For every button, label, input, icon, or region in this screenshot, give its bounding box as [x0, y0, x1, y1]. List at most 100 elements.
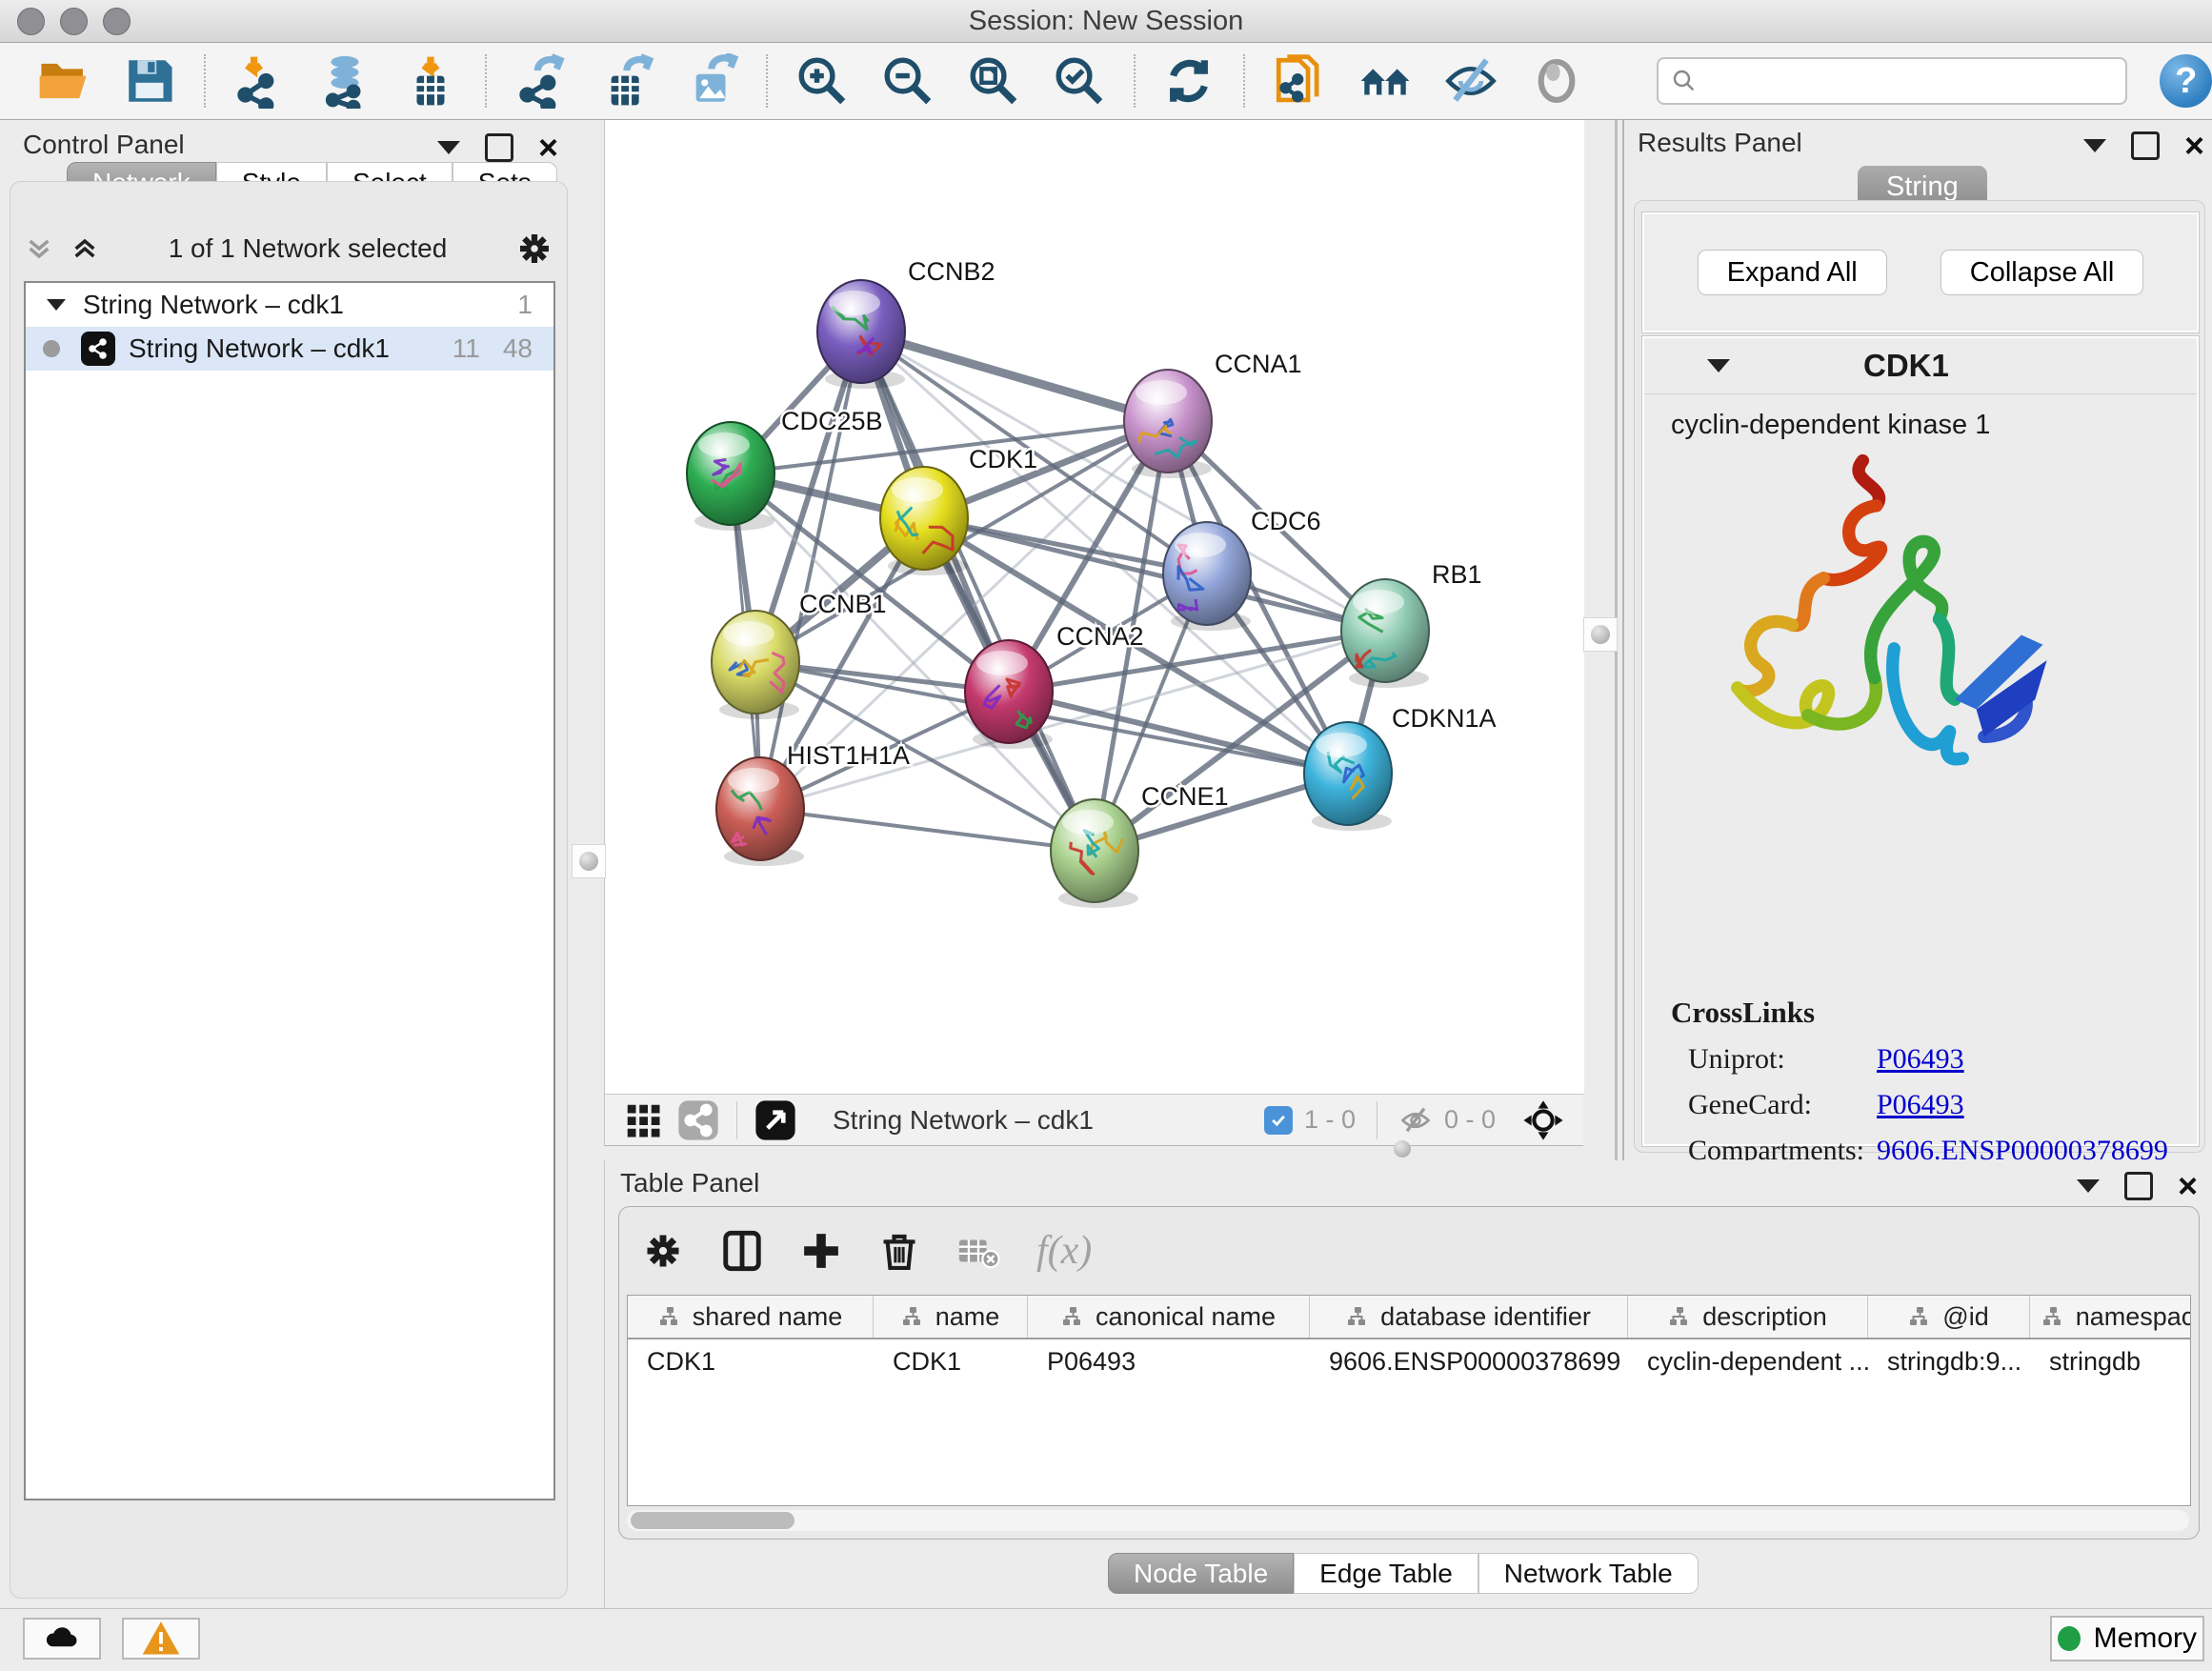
bottom-splitter-handle[interactable]: [1388, 1140, 1417, 1158]
panel-close-icon[interactable]: ×: [2178, 1175, 2198, 1198]
titlebar: Session: New Session: [0, 0, 2212, 43]
table-cell[interactable]: CDK1: [628, 1347, 874, 1377]
export-network-file-button[interactable]: [512, 50, 571, 111]
graph-node-HIST1H1A[interactable]: HIST1H1A: [716, 741, 910, 866]
table-cell[interactable]: stringdb: [2030, 1347, 2191, 1377]
collection-count: 1: [517, 290, 533, 320]
table-cell[interactable]: CDK1: [874, 1347, 1028, 1377]
panel-close-icon[interactable]: ×: [538, 136, 558, 159]
cloud-status-button[interactable]: [23, 1618, 101, 1660]
import-network-file-button[interactable]: [231, 50, 290, 111]
collapse-all-icon[interactable]: [24, 233, 54, 264]
panel-menu-icon[interactable]: [437, 141, 460, 154]
column-header-canonical-name[interactable]: canonical name: [1028, 1296, 1310, 1338]
graph-node-CDC6[interactable]: CDC6: [1163, 507, 1321, 631]
table-options-gear-icon[interactable]: [642, 1230, 684, 1272]
table-row[interactable]: CDK1CDK1P064939606.ENSP00000378699cyclin…: [628, 1339, 2190, 1383]
export-table-button[interactable]: [597, 50, 656, 111]
column-header-shared-name[interactable]: shared name: [628, 1296, 874, 1338]
refresh-button[interactable]: [1160, 50, 1219, 111]
toolbar-separator: [766, 54, 768, 108]
graph-node-CCNB1[interactable]: CCNB1: [712, 590, 887, 719]
zoom-selected-button[interactable]: [1050, 50, 1109, 111]
collapse-all-button[interactable]: Collapse All: [1941, 250, 2144, 295]
graph-node-CCNA1[interactable]: CCNA1: [1124, 350, 1302, 478]
network-canvas[interactable]: CCNB2CCNA1CDC25BCDK1CDC6RB1CCNB1CCNA2CDK…: [604, 120, 1584, 1094]
zoom-fit-button[interactable]: [964, 50, 1023, 111]
function-builder-icon[interactable]: f(x): [1036, 1228, 1092, 1274]
import-table-button[interactable]: [401, 50, 460, 111]
gear-icon[interactable]: [515, 230, 553, 268]
table-cell[interactable]: 9606.ENSP00000378699: [1310, 1347, 1628, 1377]
graph-node-CDKN1A[interactable]: CDKN1A: [1304, 704, 1497, 831]
graph-node-CCNE1[interactable]: CCNE1: [1051, 782, 1229, 908]
column-type-icon: [658, 1305, 681, 1328]
node-label-CCNB1: CCNB1: [799, 590, 887, 618]
string-view-button[interactable]: [677, 1099, 719, 1141]
hide-unhide-button[interactable]: [1441, 50, 1500, 111]
search-input[interactable]: [1699, 66, 2126, 97]
panel-menu-icon[interactable]: [2083, 139, 2106, 152]
fit-content-button[interactable]: [1522, 1099, 1564, 1141]
column-header-namespace[interactable]: namespace: [2030, 1296, 2191, 1338]
add-column-icon[interactable]: [800, 1230, 842, 1272]
table-cell[interactable]: stringdb:9...: [1868, 1347, 2030, 1377]
network-label: String Network – cdk1: [129, 333, 390, 364]
memory-label: Memory: [2094, 1622, 2197, 1655]
share-document-button[interactable]: [1270, 50, 1329, 111]
export-image-button[interactable]: [683, 50, 742, 111]
delete-table-icon[interactable]: [956, 1229, 1000, 1273]
panel-float-icon[interactable]: [485, 133, 513, 162]
save-session-button[interactable]: [120, 50, 179, 111]
column-header-name[interactable]: name: [874, 1296, 1028, 1338]
selected-checkbox-icon[interactable]: [1264, 1106, 1293, 1135]
collection-disclosure-icon[interactable]: [47, 299, 66, 311]
graph-node-CCNB2[interactable]: CCNB2: [817, 257, 995, 389]
column-header-database-identifier[interactable]: database identifier: [1310, 1296, 1628, 1338]
gene-disclosure-icon[interactable]: [1707, 359, 1730, 372]
network-row[interactable]: String Network – cdk1 11 48: [26, 327, 553, 371]
crosslink-link[interactable]: P06493: [1877, 1043, 1964, 1076]
birdseye-grid-button[interactable]: [624, 1101, 662, 1139]
panel-float-icon[interactable]: [2131, 131, 2160, 160]
string-results-card: Expand All Collapse All CDK1 cyclin-depe…: [1634, 200, 2205, 1153]
warning-status-button[interactable]: [122, 1618, 200, 1660]
tab-network-table[interactable]: Network Table: [1478, 1553, 1699, 1594]
table-horizontal-scrollbar[interactable]: [627, 1510, 2189, 1531]
tab-edge-table[interactable]: Edge Table: [1294, 1553, 1478, 1594]
import-network-database-button[interactable]: [315, 50, 374, 111]
show-columns-icon[interactable]: [720, 1229, 764, 1273]
gene-symbol: CDK1: [1863, 348, 1949, 384]
open-in-window-button[interactable]: [754, 1099, 796, 1141]
tab-node-table[interactable]: Node Table: [1108, 1553, 1294, 1594]
column-type-icon: [2041, 1305, 2064, 1328]
panel-close-icon[interactable]: ×: [2184, 134, 2204, 157]
panel-float-icon[interactable]: [2124, 1172, 2153, 1200]
network-edge-count: 48: [503, 333, 533, 364]
panel-menu-icon[interactable]: [2077, 1179, 2100, 1193]
right-splitter-handle[interactable]: [1583, 617, 1618, 652]
home-button[interactable]: [1356, 50, 1415, 111]
zoom-out-button[interactable]: [878, 50, 937, 111]
cloud-icon: [41, 1618, 83, 1660]
scrollbar-thumb[interactable]: [631, 1512, 794, 1529]
help-button[interactable]: ?: [2160, 54, 2211, 108]
zoom-in-button[interactable]: [793, 50, 852, 111]
expand-all-button[interactable]: Expand All: [1698, 250, 1887, 295]
table-cell[interactable]: P06493: [1028, 1347, 1310, 1377]
memory-button[interactable]: Memory: [2050, 1616, 2204, 1661]
show-hidden-button[interactable]: [1527, 50, 1586, 111]
node-label-HIST1H1A: HIST1H1A: [787, 741, 910, 770]
delete-column-icon[interactable]: [878, 1230, 920, 1272]
open-session-button[interactable]: [34, 50, 93, 111]
expand-all-icon[interactable]: [70, 233, 100, 264]
network-collection-row[interactable]: String Network – cdk1 1: [26, 283, 553, 327]
left-splitter-handle[interactable]: [572, 844, 606, 878]
column-header--id[interactable]: @id: [1868, 1296, 2030, 1338]
column-header-description[interactable]: description: [1628, 1296, 1868, 1338]
table-cell[interactable]: cyclin-dependent ...: [1628, 1347, 1868, 1377]
crosslink-link[interactable]: P06493: [1877, 1089, 1964, 1121]
network-view-title: String Network – cdk1: [833, 1105, 1094, 1136]
network-graph[interactable]: CCNB2CCNA1CDC25BCDK1CDC6RB1CCNB1CCNA2CDK…: [605, 120, 1584, 1094]
graph-node-RB1[interactable]: RB1: [1341, 560, 1482, 688]
